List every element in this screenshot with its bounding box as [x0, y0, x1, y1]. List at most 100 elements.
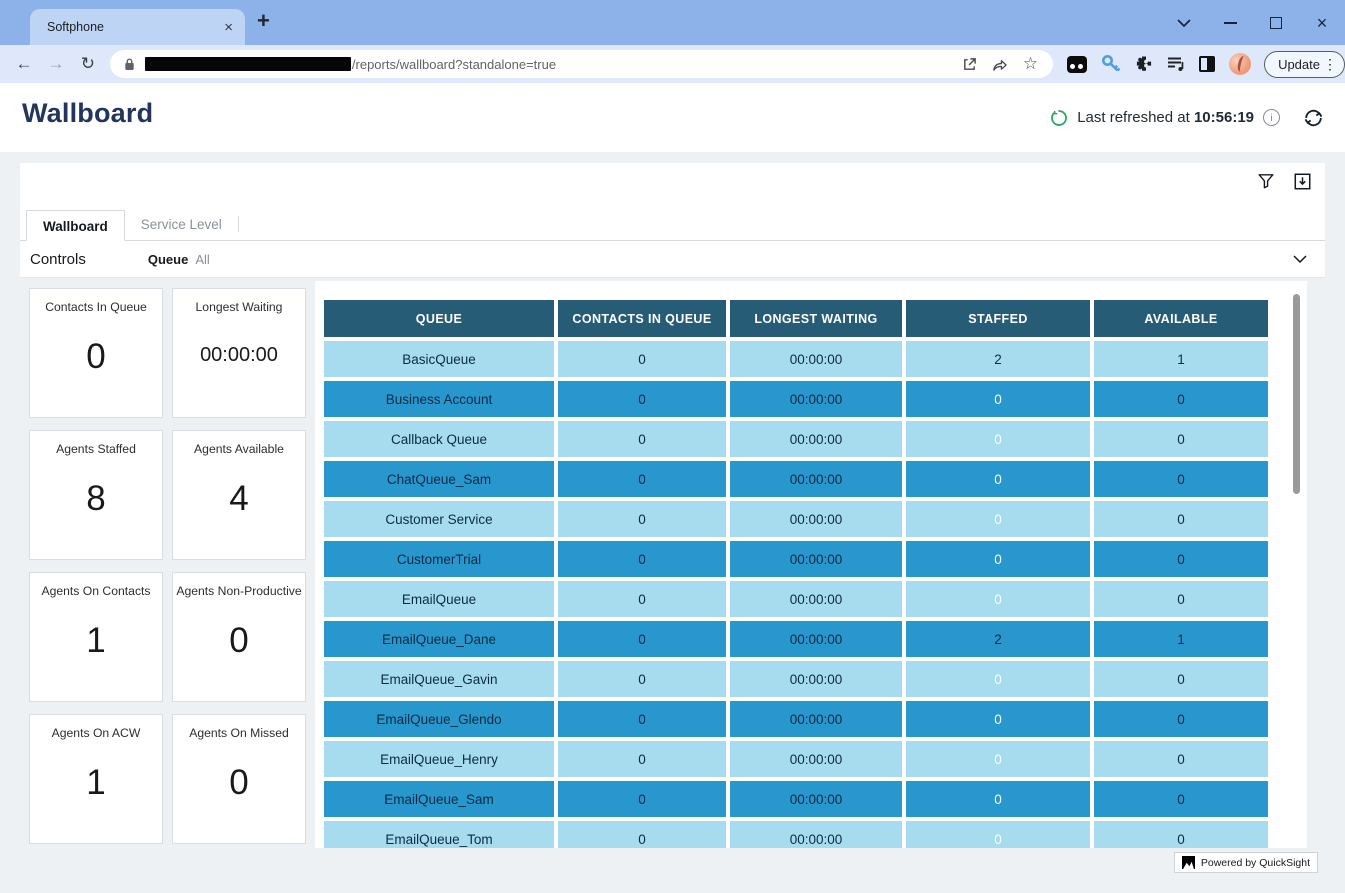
column-header: AVAILABLE: [1094, 300, 1268, 337]
reload-button[interactable]: ↻: [72, 54, 104, 74]
tab-search-chevron-icon[interactable]: [1161, 0, 1207, 45]
kpi-card-7: Agents On Missed0: [172, 714, 306, 844]
table-row: BasicQueue000:00:0021: [324, 341, 1268, 377]
kpi-label: Contacts In Queue: [32, 300, 160, 314]
contacts-cell: 0: [558, 621, 726, 657]
contacts-cell: 0: [558, 781, 726, 817]
table-row: EmailQueue_Glendo000:00:0000: [324, 701, 1268, 737]
longest-waiting-cell: 00:00:00: [730, 461, 902, 497]
browser-menu-icon[interactable]: ⋮: [1320, 56, 1340, 73]
kpi-card-5: Agents Non-Productive0: [172, 572, 306, 702]
tab-wallboard[interactable]: Wallboard: [26, 210, 125, 241]
longest-waiting-cell: 00:00:00: [730, 621, 902, 657]
lock-icon[interactable]: [124, 57, 135, 71]
column-header: LONGEST WAITING: [730, 300, 902, 337]
tab-close-icon[interactable]: ×: [224, 19, 233, 36]
column-header: STAFFED: [906, 300, 1090, 337]
kpi-value: 0: [30, 337, 162, 377]
last-refreshed-time: 10:56:19: [1194, 109, 1254, 126]
available-cell: 1: [1094, 341, 1268, 377]
extensions-puzzle-icon[interactable]: [1135, 55, 1153, 73]
queue-table: QUEUECONTACTS IN QUEUELONGEST WAITINGSTA…: [324, 300, 1268, 848]
table-row: Callback Queue000:00:0000: [324, 421, 1268, 457]
longest-waiting-cell: 00:00:00: [730, 421, 902, 457]
queue-cell: EmailQueue_Henry: [324, 741, 554, 777]
staffed-cell: 0: [906, 421, 1090, 457]
redacted-url-host: [145, 57, 351, 71]
kpi-card-1: Longest Waiting00:00:00: [172, 288, 306, 418]
kpi-label: Agents On Contacts: [32, 584, 160, 598]
contacts-cell: 0: [558, 381, 726, 417]
kpi-card-3: Agents Available4: [172, 430, 306, 560]
refresh-button[interactable]: [1302, 107, 1325, 129]
table-scrollbar-thumb[interactable]: [1293, 294, 1300, 494]
longest-waiting-cell: 00:00:00: [730, 661, 902, 697]
staffed-cell: 0: [906, 381, 1090, 417]
table-row: EmailQueue000:00:0000: [324, 581, 1268, 617]
tab-service-level[interactable]: Service Level: [125, 209, 238, 240]
refresh-cluster: Last refreshed at 10:56:19 i: [1050, 83, 1325, 152]
queue-cell: CustomerTrial: [324, 541, 554, 577]
available-cell: 0: [1094, 821, 1268, 848]
bookmark-star-icon[interactable]: ☆: [1023, 55, 1038, 72]
queue-filter[interactable]: Queue All: [148, 252, 210, 267]
playlist-extension-icon[interactable]: [1167, 56, 1185, 72]
extension-icons: [1067, 53, 1251, 75]
available-cell: 0: [1094, 461, 1268, 497]
available-cell: 0: [1094, 741, 1268, 777]
queue-filter-value: All: [195, 252, 209, 267]
quicksight-badge: Powered by QuickSight: [1174, 852, 1318, 873]
address-bar[interactable]: /reports/wallboard?standalone=true ☆: [110, 50, 1053, 78]
kpi-value: 8: [30, 479, 162, 519]
staffed-cell: 2: [906, 621, 1090, 657]
controls-label: Controls: [30, 251, 86, 268]
kpi-value: 00:00:00: [173, 344, 305, 367]
controls-collapse-chevron-icon[interactable]: [1293, 255, 1307, 263]
staffed-cell: 0: [906, 701, 1090, 737]
contacts-cell: 0: [558, 501, 726, 537]
longest-waiting-cell: 00:00:00: [730, 781, 902, 817]
camera-extension-icon[interactable]: [1067, 56, 1087, 73]
info-icon[interactable]: i: [1263, 109, 1280, 126]
table-row: EmailQueue_Henry000:00:0000: [324, 741, 1268, 777]
forward-button[interactable]: →: [40, 54, 72, 74]
queue-cell: ChatQueue_Sam: [324, 461, 554, 497]
table-body: BasicQueue000:00:0021Business Account000…: [324, 341, 1268, 848]
export-icon[interactable]: [1294, 173, 1311, 190]
kpi-label: Agents Available: [175, 442, 303, 456]
browser-tab-softphone[interactable]: Softphone ×: [30, 9, 245, 45]
table-row: ChatQueue_Sam000:00:0000: [324, 461, 1268, 497]
powered-by-text: Powered by QuickSight: [1201, 857, 1310, 869]
share-icon[interactable]: [992, 57, 1008, 72]
controls-row: Controls Queue All: [20, 241, 1325, 278]
open-in-new-icon[interactable]: [962, 57, 977, 72]
available-cell: 1: [1094, 621, 1268, 657]
update-label: Update: [1278, 57, 1320, 72]
available-cell: 0: [1094, 421, 1268, 457]
minimize-icon: [1224, 22, 1237, 24]
sheet-tabs: Wallboard Service Level: [20, 209, 1325, 241]
password-key-extension-icon[interactable]: [1101, 54, 1121, 74]
filter-icon[interactable]: [1258, 173, 1274, 190]
close-button[interactable]: ×: [1299, 0, 1345, 45]
queue-cell: EmailQueue_Glendo: [324, 701, 554, 737]
contacts-cell: 0: [558, 661, 726, 697]
minimize-button[interactable]: [1207, 0, 1253, 45]
staffed-cell: 0: [906, 741, 1090, 777]
table-row: Business Account000:00:0000: [324, 381, 1268, 417]
table-row: EmailQueue_Gavin000:00:0000: [324, 661, 1268, 697]
new-tab-button[interactable]: +: [257, 8, 270, 34]
available-cell: 0: [1094, 661, 1268, 697]
dark-mode-extension-icon[interactable]: [1199, 56, 1215, 72]
longest-waiting-cell: 00:00:00: [730, 741, 902, 777]
contacts-cell: 0: [558, 741, 726, 777]
chrome-update-button[interactable]: Update ⋮: [1264, 51, 1345, 78]
maximize-button[interactable]: [1253, 0, 1299, 45]
back-button[interactable]: ←: [8, 54, 40, 74]
profile-avatar[interactable]: [1229, 53, 1251, 75]
last-refreshed-text: Last refreshed at 10:56:19: [1077, 109, 1254, 126]
longest-waiting-cell: 00:00:00: [730, 501, 902, 537]
available-cell: 0: [1094, 541, 1268, 577]
kpi-card-2: Agents Staffed8: [29, 430, 163, 560]
table-row: Customer Service000:00:0000: [324, 501, 1268, 537]
